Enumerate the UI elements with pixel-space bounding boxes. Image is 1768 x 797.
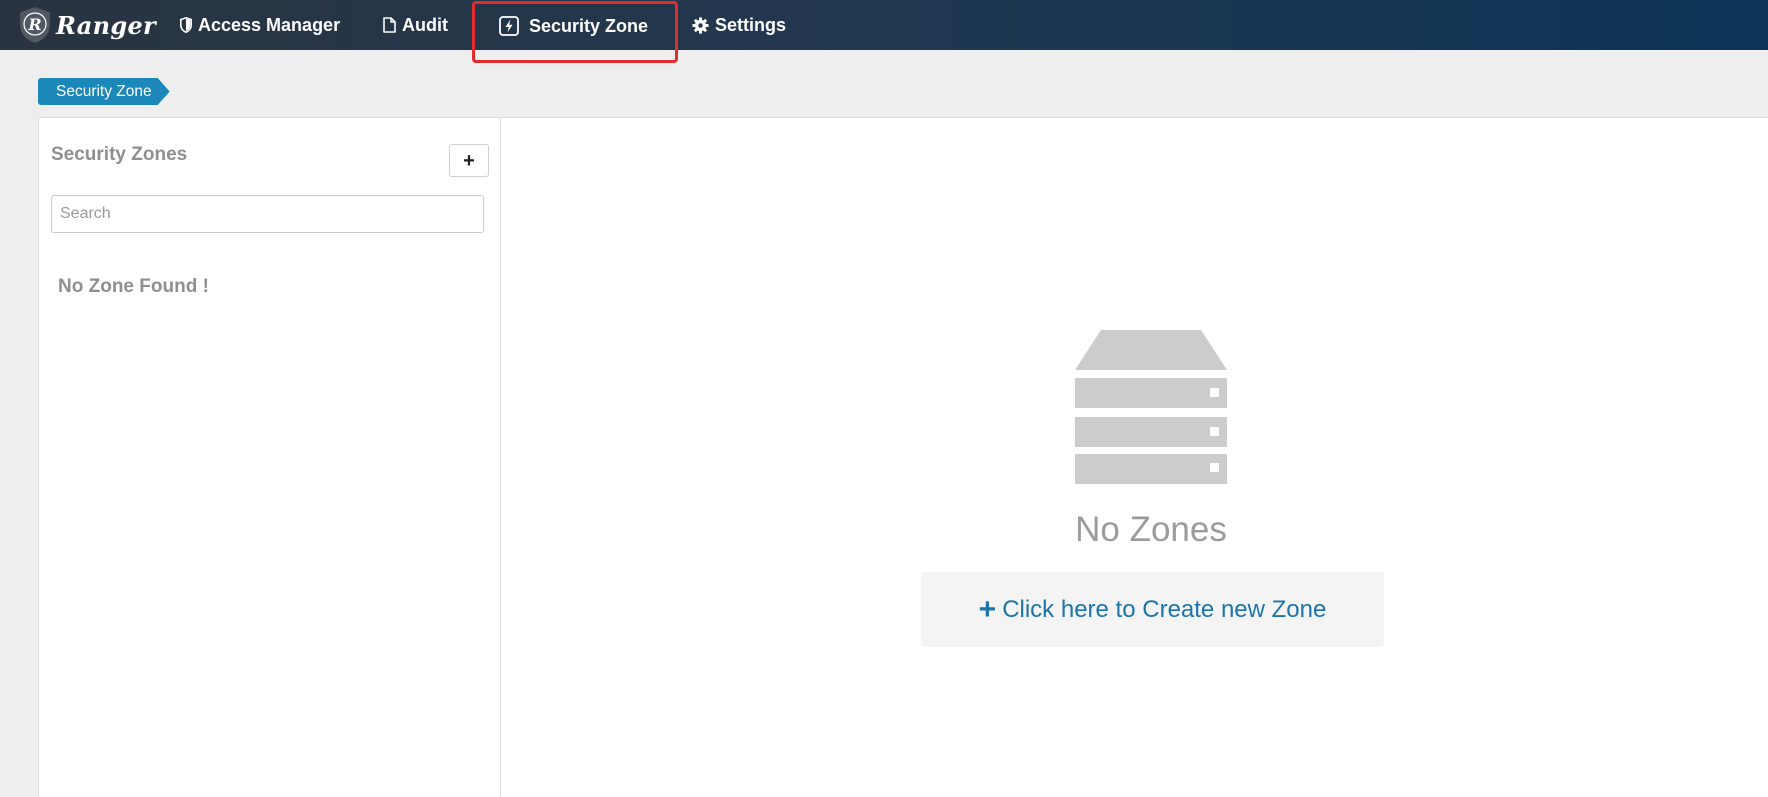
server-icon: [1075, 330, 1227, 484]
top-navbar: R Ranger Access Manager Audit Security Z…: [0, 0, 1768, 63]
nav-security-zone[interactable]: Security Zone: [472, 1, 678, 63]
nav-access-manager[interactable]: Access Manager: [180, 0, 340, 50]
empty-zone-message: No Zone Found !: [58, 276, 209, 297]
plus-icon: +: [463, 149, 475, 172]
plus-icon: +: [978, 592, 997, 626]
svg-text:R: R: [27, 15, 41, 34]
nav-settings[interactable]: Settings: [692, 0, 786, 50]
breadcrumb-current: Security Zone: [56, 82, 152, 100]
shield-icon: [180, 17, 192, 33]
zones-sidebar: Security Zones + No Zone Found !: [38, 117, 501, 797]
gear-icon: [692, 16, 709, 34]
brand[interactable]: R Ranger: [18, 6, 156, 44]
ranger-logo-icon: R: [20, 7, 50, 43]
no-zones-title: No Zones: [1075, 510, 1227, 549]
nav-access-manager-label: Access Manager: [198, 14, 341, 35]
breadcrumb[interactable]: Security Zone: [38, 78, 170, 105]
file-icon: [383, 17, 396, 33]
zone-details-panel: No Zones + Click here to Create new Zone: [500, 117, 1768, 797]
nav-audit[interactable]: Audit: [383, 0, 448, 50]
nav-audit-label: Audit: [402, 14, 448, 35]
bolt-icon: [499, 16, 519, 36]
brand-name: Ranger: [56, 10, 156, 40]
add-zone-button[interactable]: +: [449, 144, 489, 177]
create-zone-button[interactable]: + Click here to Create new Zone: [921, 572, 1384, 647]
nav-settings-label: Settings: [715, 14, 787, 35]
nav-security-zone-label: Security Zone: [529, 15, 649, 36]
zone-search-input[interactable]: [51, 195, 484, 233]
sidebar-title: Security Zones: [51, 144, 188, 165]
create-zone-label: Click here to Create new Zone: [1002, 595, 1327, 623]
